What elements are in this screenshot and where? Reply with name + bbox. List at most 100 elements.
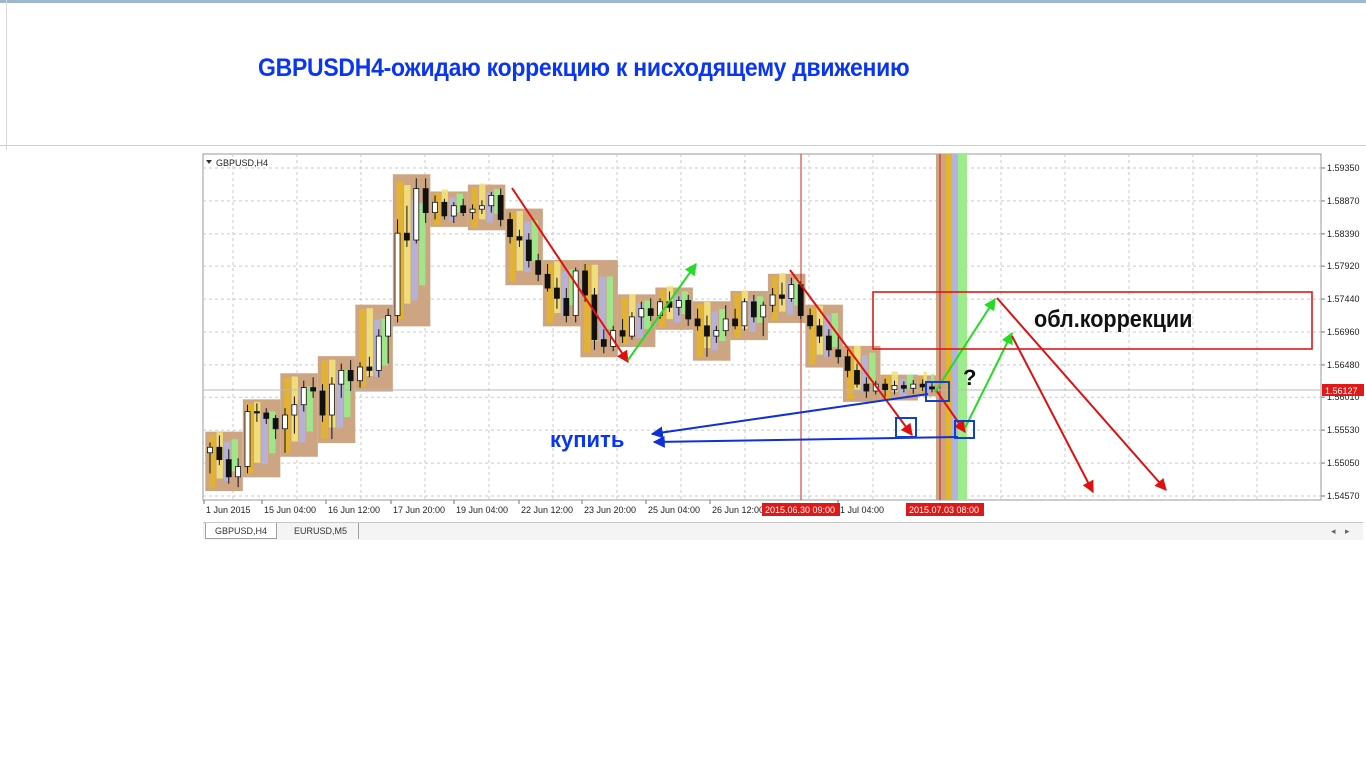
candle-body (253, 411, 260, 414)
candle-body (291, 404, 298, 416)
candle-body (591, 294, 598, 340)
candle-body (685, 300, 692, 320)
indicator-strip (269, 411, 276, 454)
buy-label: купить (550, 427, 624, 452)
candle-body (357, 366, 363, 382)
time-tick-label: 22 Jun 12:00 (521, 505, 573, 515)
candle-body (469, 208, 476, 214)
indicator-strip (261, 412, 268, 465)
indicator-strip (606, 276, 614, 329)
price-axis: 1.59350 1.58870 1.58390 1.57920 1.57440 1.569… (1321, 163, 1360, 501)
candle-body (525, 239, 532, 262)
candle-body (450, 205, 457, 217)
candle-body (413, 188, 420, 241)
candle-body (694, 318, 701, 327)
candle-body (638, 308, 645, 318)
candle-body (544, 273, 551, 289)
candle-body (300, 387, 307, 406)
indicator-strip (306, 386, 313, 432)
candle-body (235, 466, 242, 478)
candle-body (582, 270, 588, 296)
candle-body (910, 383, 917, 389)
candle-body (366, 366, 373, 371)
candle-body (535, 260, 542, 275)
symbol-label: GBPUSD,H4 (206, 158, 268, 168)
candle-body (863, 383, 870, 392)
candle-body (479, 205, 485, 210)
current-bar-band-lavender (952, 154, 958, 500)
candle-body (825, 335, 832, 351)
candle-body (422, 188, 429, 214)
candle-body (882, 383, 889, 391)
time-tick-label: 23 Jun 20:00 (584, 505, 636, 515)
candle-body (244, 411, 251, 467)
candle-body (554, 287, 560, 299)
candle-body (807, 315, 814, 327)
candle-body (779, 294, 785, 299)
candle-body (741, 301, 748, 327)
candle-body (919, 383, 926, 388)
candle-body (394, 232, 401, 316)
current-bar-band-tan (936, 154, 946, 500)
candle-body (816, 325, 823, 337)
candle-body (732, 318, 738, 327)
candle-body (572, 270, 579, 316)
price-tick-label: 1.55530 (1327, 425, 1360, 435)
candle-body (629, 316, 635, 337)
candle-body (713, 330, 720, 337)
price-tick-label: 1.57440 (1327, 294, 1360, 304)
candle-body (929, 386, 935, 390)
candle-body (441, 201, 448, 217)
candle-body (900, 385, 907, 389)
candle-body (600, 339, 607, 347)
price-tick-label: 1.59350 (1327, 163, 1360, 173)
candle-body (769, 294, 776, 306)
tabs-scroll-right-icon[interactable]: ▸ (1345, 523, 1355, 539)
price-tick-label: 1.56960 (1327, 327, 1360, 337)
time-axis: 1 Jun 2015 15 Jun 04:00 16 Jun 12:00 17 Jun… (203, 500, 984, 516)
price-tick-label: 1.54570 (1327, 491, 1360, 501)
candle-body (375, 335, 382, 371)
candle-body (310, 387, 317, 392)
candle-body (704, 325, 710, 337)
price-tick-label: 1.58870 (1327, 196, 1360, 206)
price-tick-label: 1.55050 (1327, 458, 1360, 468)
candle-body (516, 236, 523, 241)
candle-body (282, 414, 288, 430)
symbol-tabs-bar: GBPUSD,H4 EURUSD,M5 ◂ ▸ (203, 522, 1363, 540)
chart-symbol-text: GBPUSD,H4 (216, 158, 268, 168)
price-tick-label: 1.57920 (1327, 261, 1360, 271)
candle-body (460, 205, 467, 214)
candle-body (497, 195, 504, 220)
indicator-strip (674, 294, 681, 323)
candle-body (385, 315, 392, 337)
correction-zone-label: обл.коррекции (1034, 305, 1192, 332)
candle-body (854, 370, 860, 385)
current-price-badge: 1.56127 (1322, 384, 1364, 396)
time-tick-label: 16 Jun 12:00 (328, 505, 380, 515)
candle-body (347, 370, 354, 382)
candle-body (619, 330, 626, 337)
candle-body (788, 284, 795, 299)
candle-body (432, 201, 438, 214)
tab-gbpusd-h4[interactable]: GBPUSD,H4 (205, 523, 277, 539)
candle-body (760, 304, 767, 318)
indicator-strip (419, 203, 426, 286)
time-tick-label: 26 Jun 12:00 (712, 505, 764, 515)
price-tick-label: 1.58390 (1327, 229, 1360, 239)
tab-eurusd-m5[interactable]: EURUSD,M5 (283, 523, 359, 539)
candle-body (891, 385, 898, 391)
candle-body (507, 219, 513, 238)
current-price-text: 1.56127 (1325, 386, 1358, 396)
time-highlight-label: 2015.07.03 08:00 (909, 505, 979, 515)
candle-body (835, 349, 842, 358)
time-highlight-label: 2015.06.30 09:00 (765, 505, 835, 515)
candle-body (263, 412, 270, 419)
candle-body (750, 301, 757, 318)
candle-body (647, 308, 654, 316)
tabs-scroll-left-icon[interactable]: ◂ (1331, 523, 1341, 539)
candle-body (225, 459, 232, 478)
candle-body (675, 300, 682, 308)
time-tick-label: 19 Jun 04:00 (456, 505, 508, 515)
time-tick-label: 17 Jun 20:00 (393, 505, 445, 515)
